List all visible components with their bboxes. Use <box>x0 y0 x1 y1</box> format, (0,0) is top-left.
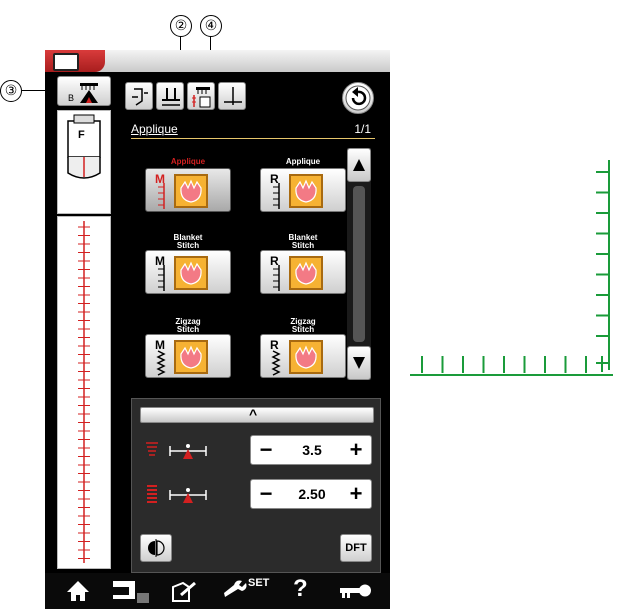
svg-text:B: B <box>68 93 74 103</box>
stitch-category-header: Applique 1/1 <box>131 122 371 138</box>
stitch-label: Zigzag Stitch <box>290 317 316 334</box>
stitch-width-icon <box>146 442 207 459</box>
collapse-caret: ^ <box>249 406 258 422</box>
stitch-label: Blanket Stitch <box>173 233 203 250</box>
top-status-bar <box>45 50 390 72</box>
scroll-bar[interactable] <box>347 148 371 380</box>
stitch-width-decrease-button[interactable]: − <box>253 437 279 463</box>
stitch-ruler <box>57 216 111 569</box>
mirror-icon <box>148 539 165 557</box>
stitch-settings-panel: ^ − 3.5 + − 2.50 + DFT <box>131 398 381 573</box>
applique-shape-icon <box>174 340 208 374</box>
stitch-button[interactable]: R <box>260 250 346 294</box>
stitch-label: Applique <box>285 157 321 166</box>
stitch-length-increase-button[interactable]: + <box>343 481 369 507</box>
stitch-button[interactable]: M <box>145 168 231 212</box>
stitch-button[interactable]: M <box>145 250 231 294</box>
presser-foot-panel: F <box>57 110 111 214</box>
scroll-down-button[interactable] <box>347 346 371 380</box>
stitch-length-control: − 2.50 + <box>250 479 372 509</box>
stitch-width-control: − 3.5 + <box>250 435 372 465</box>
sewing-machine-icon[interactable] <box>111 579 153 603</box>
stitch-button[interactable]: M <box>145 334 231 378</box>
zigzag-guide-icon <box>271 350 281 376</box>
applique-shape-icon <box>289 340 323 374</box>
applique-shape-icon <box>289 256 323 290</box>
applique-shape-icon <box>174 174 208 208</box>
page-indicator: 1/1 <box>354 122 371 136</box>
zigzag-guide-icon <box>156 350 166 376</box>
center-needle-icon <box>224 87 242 105</box>
applique-shape-icon <box>174 256 208 290</box>
bottom-navigation-bar: SET ? <box>45 573 390 609</box>
stitch-width-value: 3.5 <box>302 442 322 458</box>
dft-label: DFT <box>345 542 367 554</box>
callout-4: ④ <box>200 15 222 37</box>
return-arrow-icon <box>345 85 371 111</box>
stitch-length-decrease-button[interactable]: − <box>253 481 279 507</box>
sewing-machine-screen: B F Applique 1/1 Applique M Applique R B… <box>45 50 390 609</box>
stitch-width-button[interactable] <box>156 82 184 110</box>
scale-guide-icon <box>158 265 165 291</box>
collapse-button[interactable]: ^ <box>140 406 374 423</box>
mirror-image-button[interactable] <box>140 534 172 562</box>
stitch-label: Applique <box>170 157 206 166</box>
set-label: SET <box>248 577 270 589</box>
triangle-down-icon <box>353 357 365 369</box>
callout-3: ③ <box>0 80 22 102</box>
home-icon[interactable] <box>65 579 91 603</box>
header-divider <box>131 138 375 139</box>
stitch-button[interactable]: R <box>260 168 346 212</box>
needle-position-button[interactable] <box>218 82 246 110</box>
presser-foot-letter: F <box>78 129 85 141</box>
default-settings-button[interactable]: DFT <box>340 534 372 562</box>
scroll-track[interactable] <box>353 186 365 342</box>
needle-thread-icon <box>132 88 148 106</box>
back-button[interactable] <box>342 82 374 114</box>
ruler-scale-icon <box>78 221 90 563</box>
presser-foot-icon <box>67 114 101 179</box>
scale-guide-icon <box>273 265 280 291</box>
mode-indicator <box>45 50 105 72</box>
stitch-width-increase-button[interactable]: + <box>343 437 369 463</box>
key-lock-icon[interactable] <box>338 579 374 603</box>
scroll-up-button[interactable] <box>347 148 371 182</box>
applique-shape-icon <box>289 174 323 208</box>
stitch-label: Zigzag Stitch <box>175 317 201 334</box>
help-button[interactable]: ? <box>293 575 308 603</box>
machine-mode-icon <box>53 53 79 71</box>
scale-guide-icon <box>273 183 280 209</box>
callout-2: ② <box>170 15 192 37</box>
stitch-label: Blanket Stitch <box>288 233 318 250</box>
triangle-up-icon <box>353 159 365 171</box>
stitch-guide-button[interactable] <box>187 82 215 110</box>
needle-position-icon <box>162 88 180 106</box>
foot-guide-tab-button[interactable]: B <box>57 76 111 106</box>
stitch-length-value: 2.50 <box>298 486 326 502</box>
category-title: Applique <box>131 122 178 136</box>
stitch-length-icon <box>147 485 207 503</box>
stitch-guide-icon: B <box>68 83 98 103</box>
embroidery-edit-icon[interactable] <box>169 579 199 603</box>
scale-guide-icon <box>158 183 165 209</box>
thread-tension-button[interactable] <box>125 82 153 110</box>
stitch-length-guide-icon <box>192 87 211 108</box>
stitch-button[interactable]: R <box>260 334 346 378</box>
